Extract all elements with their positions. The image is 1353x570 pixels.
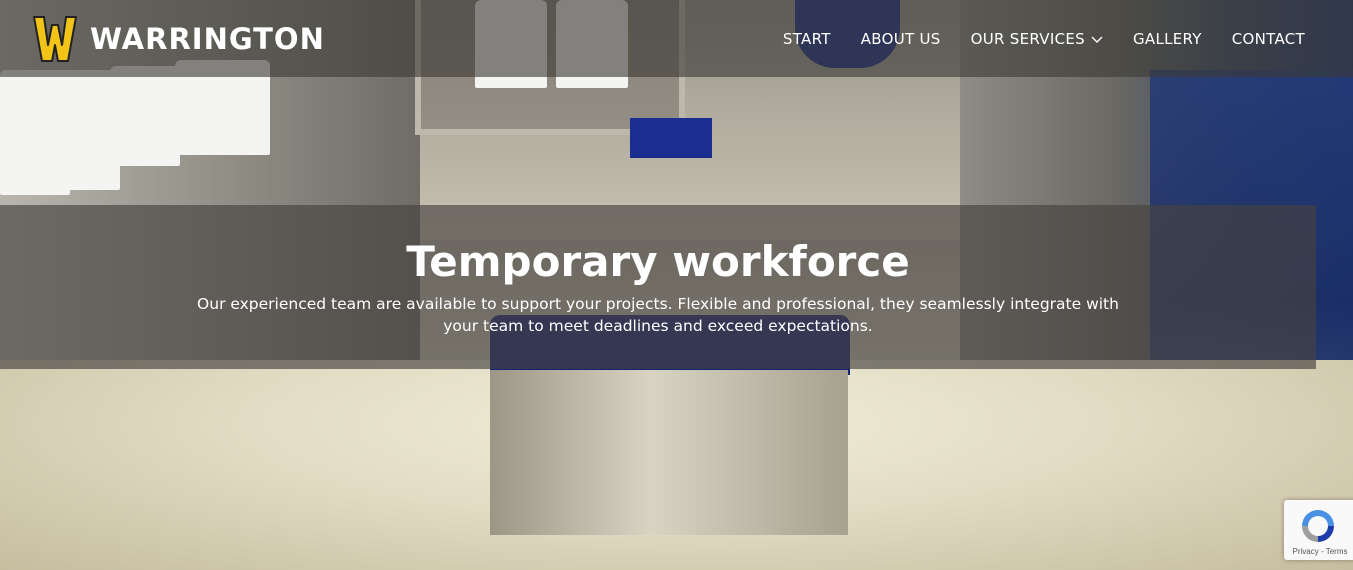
- brand-name: WARRINGTON: [90, 21, 325, 56]
- shirt: [110, 66, 180, 166]
- recaptcha-icon: [1302, 510, 1334, 542]
- blue-cushion: [630, 118, 712, 158]
- nav-item-gallery[interactable]: GALLERY: [1133, 30, 1202, 48]
- nav-item-our-services[interactable]: OUR SERVICES: [971, 30, 1103, 48]
- recaptcha-terms-link[interactable]: Privacy - Terms: [1293, 547, 1348, 556]
- nav-item-label: CONTACT: [1231, 29, 1305, 48]
- top-navbar: WARRINGTON START ABOUT US OUR SERVICES G…: [0, 0, 1353, 77]
- nav-item-start[interactable]: START: [783, 30, 831, 48]
- brand-link[interactable]: WARRINGTON: [32, 15, 325, 63]
- nav-item-label: OUR SERVICES: [970, 29, 1085, 48]
- recaptcha-badge[interactable]: Privacy - Terms: [1284, 500, 1353, 560]
- nav-item-label: START: [782, 29, 831, 48]
- bench-base: [490, 370, 848, 535]
- nav-item-label: GALLERY: [1132, 29, 1202, 48]
- nav-item-label: ABOUT US: [860, 29, 941, 48]
- hero-description: Our experienced team are available to su…: [197, 295, 1119, 335]
- chevron-down-icon: [1091, 36, 1103, 43]
- hero-caption: Temporary workforce Our experienced team…: [0, 205, 1316, 369]
- nav-item-contact[interactable]: CONTACT: [1232, 30, 1305, 48]
- main-nav: START ABOUT US OUR SERVICES GALLERY CONT…: [783, 30, 1305, 48]
- hero-title: Temporary workforce: [406, 237, 910, 286]
- w-monogram-logo-icon: [33, 15, 77, 62]
- nav-item-about-us[interactable]: ABOUT US: [861, 30, 941, 48]
